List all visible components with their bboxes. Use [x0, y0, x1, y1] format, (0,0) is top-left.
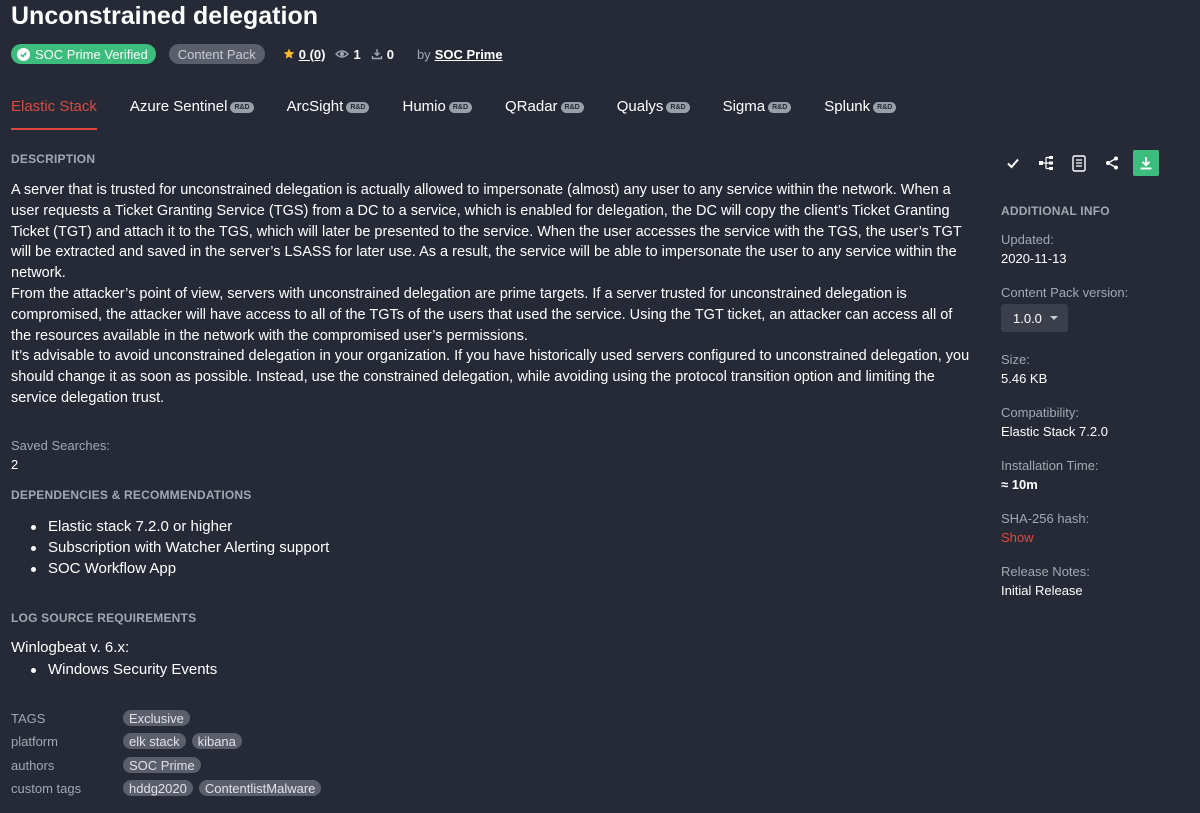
- platform-label: platform: [11, 733, 58, 749]
- downloads: 0: [371, 47, 394, 62]
- tags-label: TAGS: [11, 710, 46, 726]
- compatibility-label: Compatibility:: [1001, 405, 1080, 420]
- description-paragraph: A server that is trusted for unconstrain…: [11, 182, 962, 282]
- description-paragraph: From the attacker’s point of view, serve…: [11, 285, 953, 344]
- saved-searches-value: 2: [11, 457, 19, 472]
- tab-humio[interactable]: Humio R&D: [402, 96, 473, 130]
- author-link[interactable]: SOC Prime: [435, 47, 503, 62]
- description-paragraph: It’s advisable to avoid unconstrained de…: [11, 348, 970, 406]
- description-body: A server that is trusted for unconstrain…: [11, 180, 971, 409]
- rating[interactable]: 0 (0): [283, 47, 326, 62]
- version-dropdown[interactable]: 1.0.0: [1001, 304, 1068, 332]
- rd-badge: R&D: [346, 102, 370, 113]
- release-notes-value: Initial Release: [1001, 583, 1083, 598]
- custom-tags-row: custom tags hddg2020 ContentlistMalware: [11, 779, 327, 797]
- tab-label: Sigma: [722, 98, 766, 115]
- dependencies-list: Elastic stack 7.2.0 or higher Subscripti…: [11, 516, 329, 579]
- tab-label: Humio: [402, 98, 446, 115]
- description-heading: DESCRIPTION: [11, 152, 96, 166]
- action-toolbar: [1003, 150, 1159, 176]
- additional-info-heading: ADDITIONAL INFO: [1001, 204, 1110, 218]
- download-button[interactable]: [1133, 150, 1159, 176]
- tab-label: Elastic Stack: [11, 98, 97, 115]
- updated-label: Updated:: [1001, 232, 1054, 247]
- tab-label: Azure Sentinel: [129, 98, 228, 115]
- release-notes-label: Release Notes:: [1001, 564, 1090, 579]
- tags-row: TAGS Exclusive: [11, 709, 196, 727]
- tag[interactable]: ContentlistMalware: [198, 780, 322, 796]
- download-icon: [1140, 157, 1152, 170]
- compatibility-value: Elastic Stack 7.2.0: [1001, 424, 1108, 439]
- rd-badge: R&D: [873, 102, 897, 113]
- verified-label: SOC Prime Verified: [35, 46, 148, 62]
- log-source-list: Windows Security Events: [11, 659, 217, 680]
- tree-icon[interactable]: [1036, 153, 1056, 173]
- authors-label: authors: [11, 757, 55, 773]
- tag[interactable]: kibana: [191, 733, 242, 749]
- views: 1: [335, 46, 361, 62]
- tab-label: ArcSight: [286, 98, 344, 115]
- type-badge: Content Pack: [168, 44, 265, 64]
- custom-tags-label: custom tags: [11, 780, 82, 796]
- list-item: Subscription with Watcher Alerting suppo…: [11, 537, 329, 558]
- size-value: 5.46 KB: [1001, 371, 1048, 386]
- rd-badge: R&D: [666, 102, 690, 113]
- tab-elastic-stack[interactable]: Elastic Stack: [11, 96, 97, 130]
- share-icon[interactable]: [1102, 153, 1122, 173]
- saved-searches-label: Saved Searches:: [11, 438, 111, 453]
- updated-value: 2020-11-13: [1001, 251, 1067, 266]
- check-icon[interactable]: [1003, 153, 1023, 173]
- authors-row: authors SOC Prime: [11, 756, 207, 774]
- rating-value[interactable]: 0 (0): [299, 47, 326, 62]
- platform-row: platform elk stack kibana: [11, 732, 248, 750]
- tag[interactable]: elk stack: [123, 733, 186, 749]
- caret-down-icon: [1049, 316, 1058, 320]
- meta-row: SOC Prime Verified Content Pack 0 (0) 1 …: [11, 43, 503, 65]
- tab-qradar[interactable]: QRadar R&D: [505, 96, 584, 130]
- tag[interactable]: hddg2020: [123, 780, 193, 796]
- rd-badge: R&D: [560, 102, 584, 113]
- installation-label: Installation Time:: [1001, 458, 1099, 473]
- version-select[interactable]: 1.0.0: [1001, 304, 1068, 332]
- tab-sigma[interactable]: Sigma R&D: [723, 96, 792, 130]
- tab-qualys[interactable]: Qualys R&D: [617, 96, 690, 130]
- tab-label: Qualys: [616, 98, 664, 115]
- tab-splunk[interactable]: Splunk R&D: [824, 96, 897, 130]
- downloads-count: 0: [386, 46, 394, 62]
- rd-badge: R&D: [448, 102, 473, 113]
- eye-icon: [335, 50, 350, 58]
- download-icon: [371, 49, 382, 60]
- hash-label: SHA-256 hash:: [1001, 511, 1090, 526]
- star-icon: [283, 48, 295, 59]
- by-label: by: [416, 46, 431, 62]
- log-source-name: Winlogbeat v. 6.x:: [11, 639, 130, 656]
- views-count: 1: [353, 46, 361, 62]
- version-value: 1.0.0: [1013, 310, 1042, 326]
- tab-label: Splunk: [824, 98, 871, 115]
- platform-tabs: Elastic Stack Azure Sentinel R&D ArcSight…: [11, 96, 929, 130]
- rd-badge: R&D: [768, 102, 792, 113]
- list-item: Elastic stack 7.2.0 or higher: [11, 516, 329, 537]
- check-circle-icon: [17, 47, 30, 61]
- version-label: Content Pack version:: [1001, 285, 1129, 300]
- list-item: Windows Security Events: [11, 659, 217, 680]
- tab-label: QRadar: [505, 98, 558, 115]
- show-hash-link[interactable]: Show: [1001, 530, 1034, 545]
- tag[interactable]: Exclusive: [123, 710, 190, 726]
- document-icon[interactable]: [1069, 153, 1089, 173]
- list-item: SOC Workflow App: [11, 558, 329, 579]
- verified-badge: SOC Prime Verified: [11, 44, 156, 64]
- page-title: Unconstrained delegation: [11, 2, 318, 30]
- tag[interactable]: SOC Prime: [123, 757, 201, 773]
- installation-value: ≈ 10m: [1001, 477, 1038, 492]
- log-source-heading: LOG SOURCE REQUIREMENTS: [11, 611, 197, 625]
- dependencies-heading: DEPENDENCIES & RECOMMENDATIONS: [11, 488, 252, 502]
- rd-badge: R&D: [230, 102, 254, 113]
- tab-azure-sentinel[interactable]: Azure Sentinel R&D: [130, 96, 254, 130]
- author-line: by SOC Prime: [417, 47, 503, 62]
- tab-arcsight[interactable]: ArcSight R&D: [287, 96, 370, 130]
- size-label: Size:: [1001, 352, 1030, 367]
